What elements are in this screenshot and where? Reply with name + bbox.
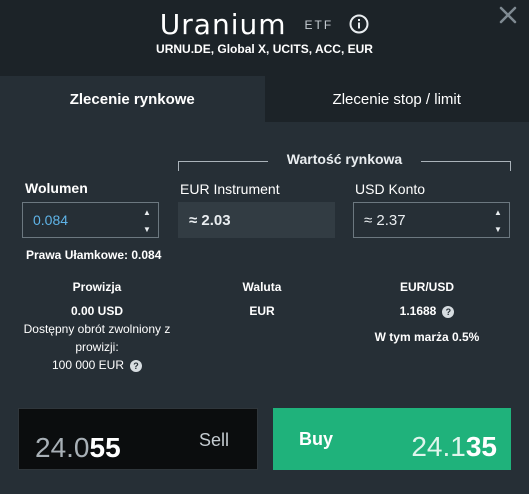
tab-market-order[interactable]: Zlecenie rynkowe [0,76,265,122]
sell-price: 24.055 [35,432,121,464]
commission-label: Prowizja [72,280,122,294]
commission-note-line2: prowizji: [75,340,119,354]
divider [421,161,511,162]
account-value: ≈ 2.37 [364,211,406,229]
sell-price-main: 24.0 [35,432,90,463]
account-value-label: USD Konto [355,181,426,197]
tab-stop-limit-order[interactable]: Zlecenie stop / limit [264,76,529,122]
market-value-label: Wartość rynkowa [280,151,409,167]
volume-label: Wolumen [25,180,88,196]
volume-input[interactable]: 0.084 ▲ ▼ [22,202,159,238]
commission-free-amount: 100 000 EUR [51,358,125,372]
commission-free-amount-row: 100 000 EUR? [0,358,194,372]
commission-note-line1: Dostępny obrót zwolniony z [23,322,171,336]
fx-rate-row: 1.1688? [356,304,498,318]
account-value-stepper[interactable]: ▲ ▼ [493,208,503,234]
instrument-value: ≈ 2.03 [189,211,231,229]
stepper-down-icon[interactable]: ▼ [494,225,502,234]
volume-stepper[interactable]: ▲ ▼ [142,208,152,234]
help-icon[interactable]: ? [442,305,455,318]
account-value-input[interactable]: ≈ 2.37 ▲ ▼ [353,202,510,238]
help-icon[interactable]: ? [130,359,143,372]
info-icon[interactable] [349,14,369,34]
commission-value: 0.00 USD [70,304,124,318]
currency-value: EUR [249,304,275,318]
divider [178,161,179,171]
instrument-value-label: EUR Instrument [180,181,280,197]
title-row: Uranium ETF [0,4,529,44]
buy-label: Buy [299,429,334,449]
sell-label: Sell [199,430,230,450]
sell-button[interactable]: 24.055 Sell [18,408,258,470]
stepper-up-icon[interactable]: ▲ [143,208,151,217]
divider [510,161,511,171]
currency-label: Waluta [242,280,282,294]
stepper-down-icon[interactable]: ▼ [143,225,151,234]
instrument-subtitle: URNU.DE, Global X, UCITS, ACC, EUR [156,42,373,56]
market-value-group: Wartość rynkowa [178,151,511,171]
close-icon[interactable] [497,4,519,26]
buy-price-main: 24.1 [411,431,466,462]
instrument-type-badge: ETF [304,18,334,32]
order-type-tabs: Zlecenie rynkowe Zlecenie stop / limit [0,76,529,122]
fx-pair-label: EUR/USD [399,280,454,294]
buy-price-pips: 35 [465,431,497,462]
fx-margin-note: W tym marża 0.5% [374,330,480,344]
instrument-value-field: ≈ 2.03 [178,202,335,238]
buy-button[interactable]: Buy 24.135 [273,408,511,470]
divider [178,161,268,162]
instrument-title: Uranium [159,7,287,41]
buy-price: 24.135 [411,431,497,463]
sell-price-pips: 55 [89,432,121,463]
stepper-up-icon[interactable]: ▲ [494,208,502,217]
fractional-rights: Prawa Ułamkowe: 0.084 [26,248,162,262]
instrument-header: Uranium ETF URNU.DE, Global X, UCITS, AC… [0,0,529,76]
volume-value: 0.084 [33,212,69,228]
fx-rate: 1.1688 [399,304,437,318]
